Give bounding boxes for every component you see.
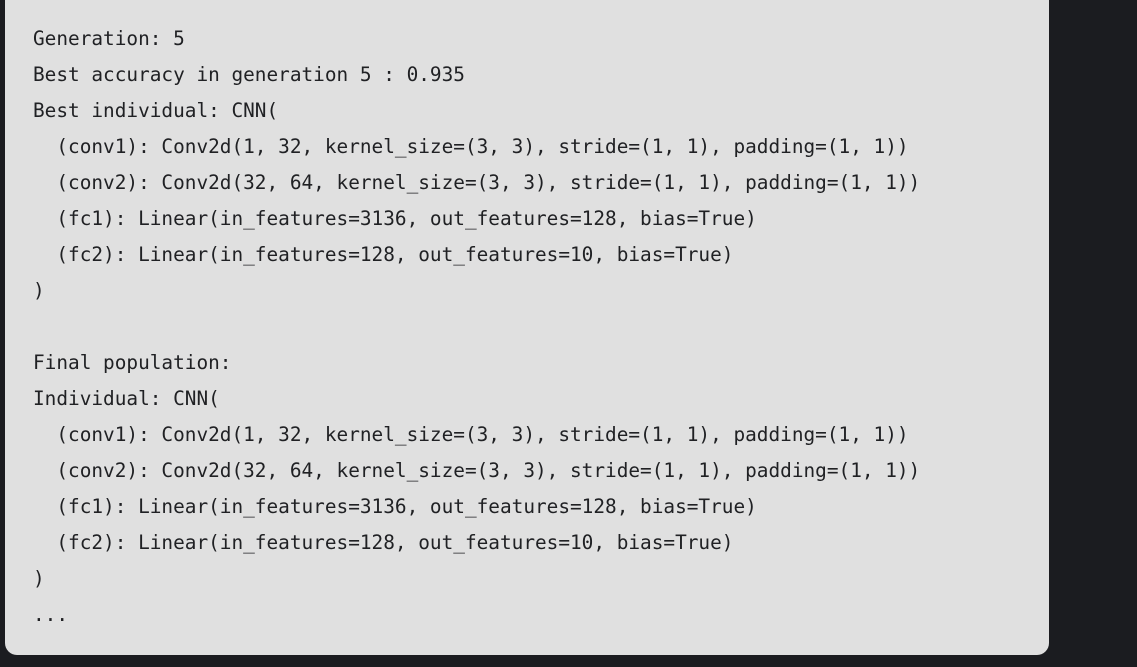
code-line: Final population: — [33, 351, 232, 374]
code-line: (conv2): Conv2d(32, 64, kernel_size=(3, … — [33, 459, 921, 482]
code-line: (conv1): Conv2d(1, 32, kernel_size=(3, 3… — [33, 423, 909, 446]
code-line: ) — [33, 567, 45, 590]
code-output-panel: Generation: 5 Best accuracy in generatio… — [5, 0, 1049, 655]
code-line: ) — [33, 279, 45, 302]
code-line: Best individual: CNN( — [33, 99, 279, 122]
code-line: Individual: CNN( — [33, 387, 220, 410]
code-line: ... — [33, 603, 69, 626]
code-output-text: Generation: 5 Best accuracy in generatio… — [33, 21, 920, 633]
code-line: (fc1): Linear(in_features=3136, out_feat… — [33, 495, 757, 518]
code-line: Generation: 5 — [33, 27, 185, 50]
code-line: (conv2): Conv2d(32, 64, kernel_size=(3, … — [33, 171, 921, 194]
code-line: (fc1): Linear(in_features=3136, out_feat… — [33, 207, 757, 230]
code-line: Best accuracy in generation 5 : 0.935 — [33, 63, 465, 86]
right-gutter — [1049, 0, 1137, 667]
code-line: (fc2): Linear(in_features=128, out_featu… — [33, 531, 734, 554]
code-line: (fc2): Linear(in_features=128, out_featu… — [33, 243, 734, 266]
code-line: (conv1): Conv2d(1, 32, kernel_size=(3, 3… — [33, 135, 909, 158]
